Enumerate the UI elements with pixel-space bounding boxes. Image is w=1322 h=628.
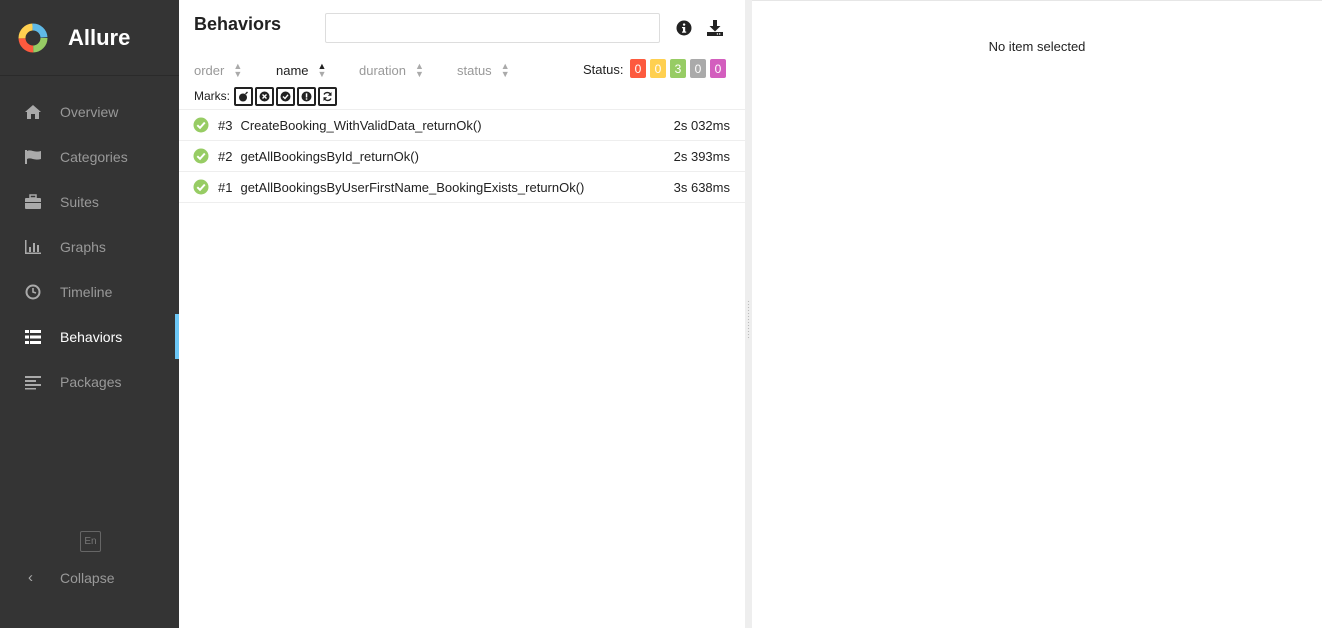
sort-arrows-icon: ▲ ▼ [233, 61, 243, 79]
sort-arrows-icon: ▲ ▼ [317, 61, 327, 79]
sort-name[interactable]: name ▲ ▼ [276, 61, 327, 79]
sidebar-item-label: Suites [60, 193, 99, 210]
row-duration: 2s 393ms [673, 148, 730, 164]
sort-order-label: order [194, 62, 225, 78]
exclamation-circle-icon [301, 91, 312, 101]
marks-label: Marks: [194, 89, 230, 103]
allure-logo-icon [18, 23, 48, 52]
sidebar-item-behaviors[interactable]: Behaviors [0, 314, 179, 359]
sort-order[interactable]: order ▲ ▼ [194, 61, 243, 79]
table-row[interactable]: #3 CreateBooking_WithValidData_returnOk(… [179, 110, 745, 141]
status-badge-unknown[interactable]: 0 [710, 59, 726, 78]
clock-icon [24, 283, 42, 301]
row-duration: 2s 032ms [673, 117, 730, 133]
sidebar-item-suites[interactable]: Suites [0, 179, 179, 224]
marks-filter: Marks: [194, 86, 337, 106]
sidebar-item-label: Graphs [60, 238, 106, 255]
times-circle-icon [259, 91, 270, 101]
sidebar-item-label: Categories [60, 148, 128, 165]
brand-name: Allure [68, 24, 131, 50]
status-badge-skipped[interactable]: 0 [690, 59, 706, 78]
sidebar-item-packages[interactable]: Packages [0, 359, 179, 404]
behaviors-tree-pane: Behaviors order ▲ ▼ name ▲ ▼ duration ▲ ▼ s… [179, 0, 745, 628]
table-row[interactable]: #1 getAllBookingsByUserFirstName_Booking… [179, 172, 745, 203]
row-name: getAllBookingsByUserFirstName_BookingExi… [240, 179, 585, 195]
row-duration: 3s 638ms [673, 179, 730, 195]
pane-splitter[interactable] [745, 0, 752, 628]
sort-bar: order ▲ ▼ name ▲ ▼ duration ▲ ▼ status ▲ ▼ S… [179, 59, 745, 83]
sort-name-label: name [276, 62, 309, 78]
chevron-left-icon: ‹ [28, 569, 33, 586]
flag-icon [24, 148, 42, 166]
sidebar-item-label: Packages [60, 373, 122, 390]
brand[interactable]: Allure [0, 0, 179, 76]
refresh-icon [323, 91, 332, 101]
sort-duration[interactable]: duration ▲ ▼ [359, 61, 424, 79]
row-order: #2 [218, 148, 233, 164]
sort-arrows-icon: ▲ ▼ [414, 61, 424, 79]
sidebar-nav: Overview Categories Suites Graphs Timeli… [0, 89, 179, 404]
collapse-button[interactable]: ‹ Collapse [28, 569, 114, 586]
detail-pane: No item selected [752, 0, 1322, 628]
status-badge-passed[interactable]: 3 [670, 59, 686, 78]
tree-header: Behaviors [179, 0, 745, 55]
sidebar-item-timeline[interactable]: Timeline [0, 269, 179, 314]
sort-status[interactable]: status ▲ ▼ [457, 61, 510, 79]
sidebar-item-overview[interactable]: Overview [0, 89, 179, 134]
sidebar: Allure Overview Categories Suites Graphs [0, 0, 179, 628]
check-circle-icon [280, 91, 291, 101]
status-badge-failed[interactable]: 0 [630, 59, 646, 78]
mark-flaky-button[interactable] [234, 86, 253, 106]
row-name: CreateBooking_WithValidData_returnOk() [240, 117, 482, 133]
table-row[interactable]: #2 getAllBookingsById_returnOk() 2s 393m… [179, 141, 745, 172]
info-icon[interactable] [676, 20, 692, 36]
sidebar-item-categories[interactable]: Categories [0, 134, 179, 179]
sort-arrows-icon: ▲ ▼ [500, 61, 510, 79]
sidebar-item-label: Timeline [60, 283, 113, 300]
row-name: getAllBookingsById_returnOk() [240, 148, 419, 164]
empty-state: No item selected [988, 39, 1086, 54]
download-icon[interactable] [706, 20, 723, 36]
check-circle-icon [193, 117, 209, 133]
page-title: Behaviors [194, 14, 282, 34]
grip-icon [747, 300, 750, 340]
status-badge-broken[interactable]: 0 [650, 59, 666, 78]
bomb-icon [239, 91, 248, 101]
status-filter: 0 0 3 0 0 [630, 59, 726, 78]
status-filter-label: Status: [583, 62, 624, 77]
test-list: #3 CreateBooking_WithValidData_returnOk(… [179, 109, 745, 203]
row-order: #3 [218, 117, 233, 133]
sort-duration-label: duration [359, 62, 406, 78]
align-left-icon [24, 373, 42, 391]
briefcase-icon [24, 193, 42, 211]
search-input[interactable] [325, 13, 660, 43]
sidebar-item-graphs[interactable]: Graphs [0, 224, 179, 269]
row-order: #1 [218, 179, 233, 195]
check-circle-icon [193, 148, 209, 164]
sidebar-item-label: Behaviors [60, 328, 123, 345]
mark-new-failed-button[interactable] [255, 86, 274, 106]
language-select[interactable]: En [80, 531, 101, 552]
mark-new-broken-button[interactable] [297, 86, 316, 106]
home-icon [24, 103, 42, 121]
bar-chart-icon [24, 238, 42, 256]
collapse-label: Collapse [60, 569, 115, 586]
check-circle-icon [193, 179, 209, 195]
mark-new-passed-button[interactable] [276, 86, 295, 106]
sidebar-item-label: Overview [60, 103, 119, 120]
sort-status-label: status [457, 62, 492, 78]
mark-retries-button[interactable] [318, 86, 337, 106]
list-icon [24, 328, 42, 346]
